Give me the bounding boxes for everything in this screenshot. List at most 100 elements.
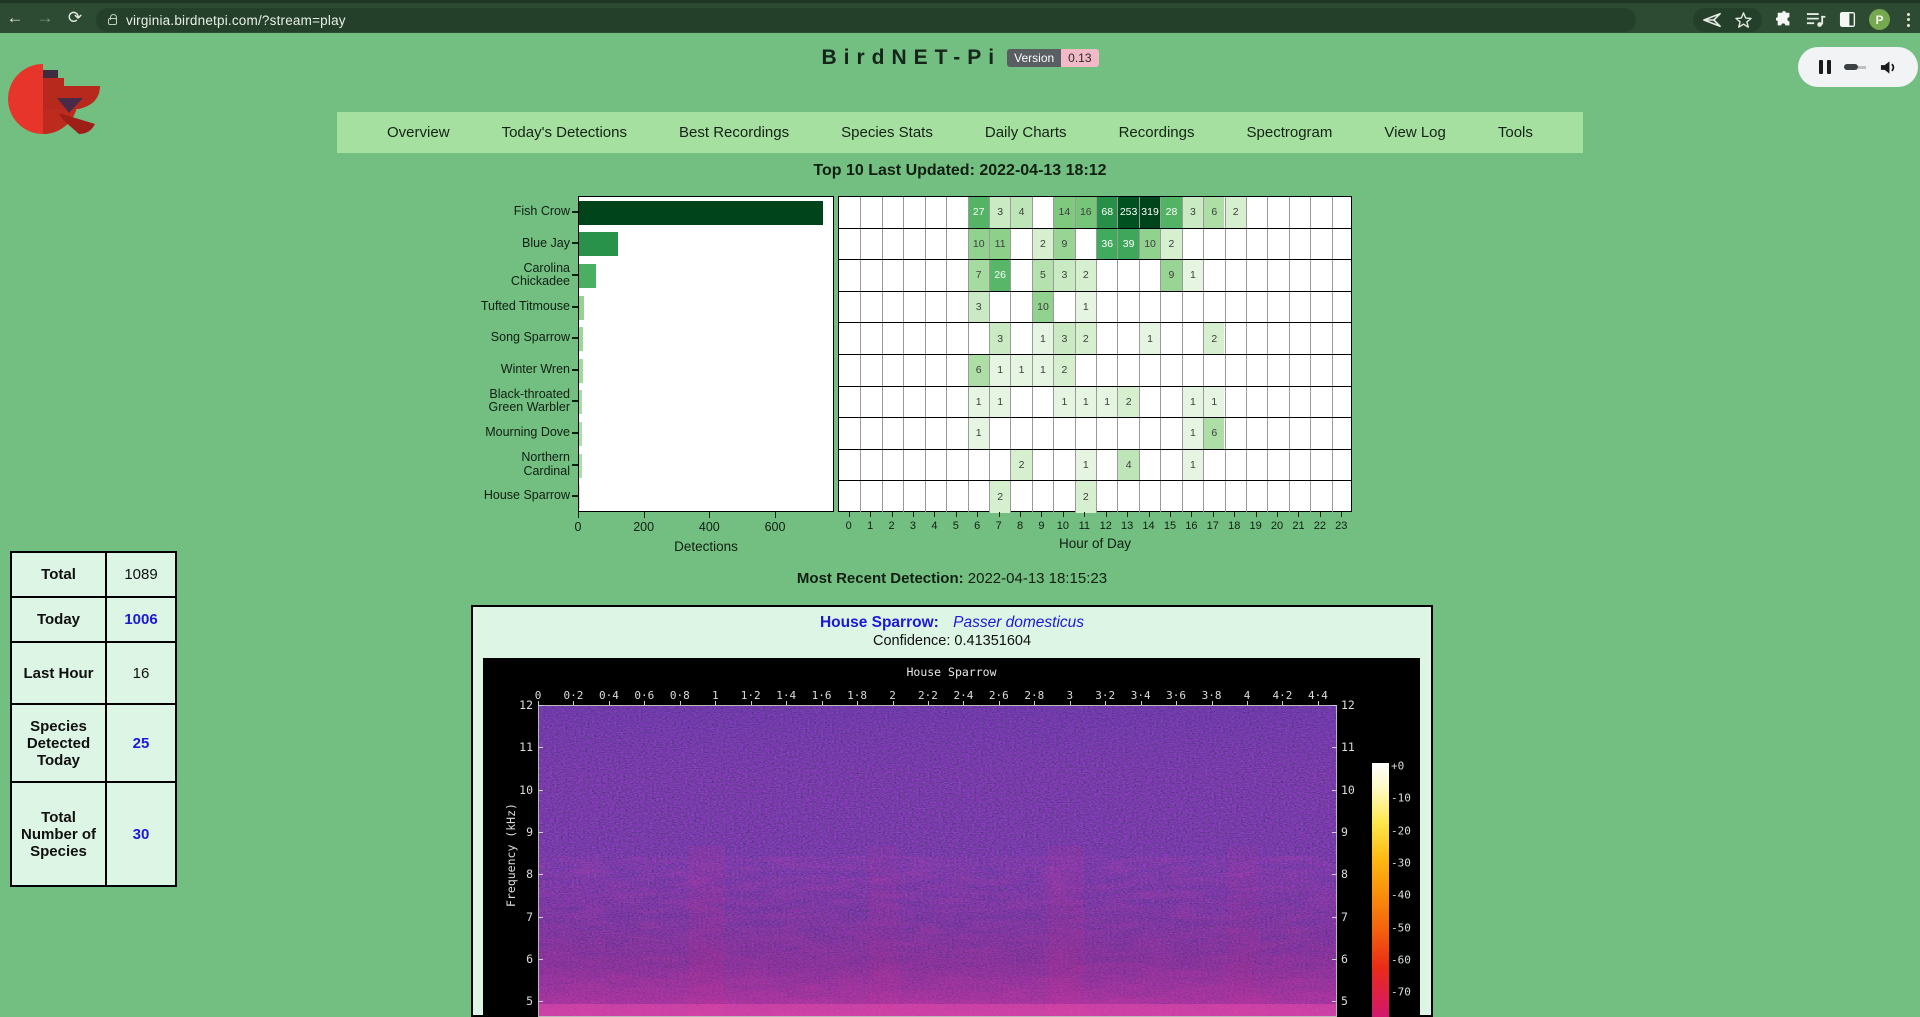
spectrogram-y-tick-label-right: 6 <box>1341 952 1371 966</box>
heatmap-cell <box>860 387 881 418</box>
species-common-name-link[interactable]: House Sparrow: <box>820 614 939 631</box>
heatmap-cell <box>925 292 946 323</box>
heatmap-cell <box>839 387 860 418</box>
bookmark-star-icon[interactable] <box>1735 12 1752 28</box>
heatmap-cell <box>1053 481 1074 513</box>
heatmap-cell <box>1332 450 1353 481</box>
stats-value-link[interactable]: 25 <box>106 704 176 782</box>
heatmap-cell <box>903 481 924 513</box>
heatmap-cell: 36 <box>1096 229 1117 260</box>
heatmap-cell <box>946 260 967 291</box>
heatmap-cell <box>903 450 924 481</box>
heatmap-cell: 2 <box>1225 197 1246 228</box>
species-label: House Sparrow <box>420 489 570 503</box>
version-value: 0.13 <box>1061 49 1098 67</box>
stats-value-link[interactable]: 30 <box>106 782 176 886</box>
spectrogram-top-band <box>539 706 1336 776</box>
nav-item-species-stats[interactable]: Species Stats <box>841 124 933 141</box>
stats-label: Species Detected Today <box>11 704 106 782</box>
forward-icon[interactable]: → <box>30 8 60 28</box>
species-axis-tick <box>572 400 578 402</box>
heatmap-cell <box>1203 260 1224 291</box>
pause-icon[interactable] <box>1819 60 1831 74</box>
heatmap-cell <box>903 387 924 418</box>
playlist-icon[interactable] <box>1806 12 1826 28</box>
heatmap-cell <box>1010 323 1031 354</box>
heatmap-cell <box>1160 323 1181 354</box>
heatmap-cell <box>1310 323 1331 354</box>
heatmap-cell <box>1289 229 1310 260</box>
heatmap-cell <box>1160 418 1181 449</box>
nav-item-best-recordings[interactable]: Best Recordings <box>679 124 789 141</box>
hour-axis-tick <box>913 512 914 517</box>
heatmap-cell <box>1139 355 1160 386</box>
profile-avatar[interactable]: P <box>1869 9 1890 30</box>
url-text[interactable]: virginia.birdnetpi.com/?stream=play <box>126 13 346 28</box>
reload-icon[interactable]: ⟳ <box>60 8 90 28</box>
heatmap-cell <box>1225 260 1246 291</box>
heatmap-cell <box>839 418 860 449</box>
heatmap-cell <box>925 450 946 481</box>
stats-row: Species Detected Today25 <box>11 704 176 782</box>
species-label: Black-throatedGreen Warbler <box>420 388 570 415</box>
nav-item-spectrogram[interactable]: Spectrogram <box>1247 124 1333 141</box>
nav-item-tools[interactable]: Tools <box>1498 124 1533 141</box>
hourly-heatmap: 2734141668253319283621011293639102726532… <box>838 196 1352 512</box>
bar-axis-caption: Detections <box>578 539 834 554</box>
heatmap-cell <box>1289 418 1310 449</box>
bar-axis-tick <box>644 512 645 518</box>
stats-value-link[interactable]: 1006 <box>106 597 176 642</box>
hour-axis-caption: Hour of Day <box>838 536 1352 551</box>
nav-item-view-log[interactable]: View Log <box>1384 124 1445 141</box>
heatmap-row: 116 <box>839 418 1351 450</box>
bar <box>579 422 582 446</box>
browser-menu-icon[interactable] <box>1903 13 1914 27</box>
nav-item-daily-charts[interactable]: Daily Charts <box>985 124 1067 141</box>
confidence-label: Confidence: <box>873 633 950 649</box>
speaker-icon[interactable] <box>1880 60 1897 75</box>
heatmap-cell <box>882 418 903 449</box>
extensions-icon[interactable] <box>1775 11 1793 29</box>
detection-species-line: House Sparrow: Passer domesticus <box>473 614 1431 632</box>
heatmap-cell <box>1117 355 1138 386</box>
address-bar[interactable]: virginia.birdnetpi.com/?stream=play <box>96 8 1636 32</box>
back-icon[interactable]: ← <box>0 8 30 28</box>
heatmap-cell <box>1096 418 1117 449</box>
nav-item-recordings[interactable]: Recordings <box>1119 124 1195 141</box>
bar <box>579 201 823 225</box>
heatmap-cell: 2 <box>1203 323 1224 354</box>
heatmap-cell <box>1182 229 1203 260</box>
most-recent-timestamp: 2022-04-13 18:15:23 <box>968 570 1107 587</box>
spectrogram-y-tick <box>538 747 543 748</box>
heatmap-cell <box>860 323 881 354</box>
audio-player[interactable] <box>1798 47 1918 87</box>
heatmap-cell <box>1310 260 1331 291</box>
heatmap-cell: 10 <box>1139 229 1160 260</box>
heatmap-cell: 1 <box>1182 450 1203 481</box>
send-icon[interactable] <box>1703 12 1721 28</box>
lock-icon[interactable] <box>108 18 117 25</box>
heatmap-row: 313212 <box>839 323 1351 355</box>
hour-axis-tick-label: 22 <box>1314 520 1326 532</box>
heatmap-cell <box>1160 355 1181 386</box>
hour-axis-tick <box>1298 512 1299 517</box>
most-recent-detection: Most Recent Detection: 2022-04-13 18:15:… <box>471 570 1433 587</box>
hour-axis-tick <box>1041 512 1042 517</box>
heatmap-cell: 319 <box>1139 197 1160 228</box>
volume-slider[interactable] <box>1844 64 1866 70</box>
stats-table: Total1089Today1006Last Hour16Species Det… <box>10 551 177 887</box>
heatmap-cell: 1 <box>1139 323 1160 354</box>
nav-item-overview[interactable]: Overview <box>387 124 450 141</box>
heatmap-cell <box>1075 355 1096 386</box>
side-panel-icon[interactable] <box>1839 11 1856 28</box>
nav-item-today-s-detections[interactable]: Today's Detections <box>502 124 627 141</box>
heatmap-cell: 6 <box>1203 197 1224 228</box>
heatmap-cell: 2 <box>1075 260 1096 291</box>
heatmap-cell <box>882 450 903 481</box>
heatmap-cell <box>925 229 946 260</box>
heatmap-cell <box>1267 260 1288 291</box>
heatmap-cell <box>1332 355 1353 386</box>
spectrogram-y-tick <box>1332 747 1337 748</box>
heatmap-cell <box>1267 355 1288 386</box>
heatmap-cell <box>1117 292 1138 323</box>
